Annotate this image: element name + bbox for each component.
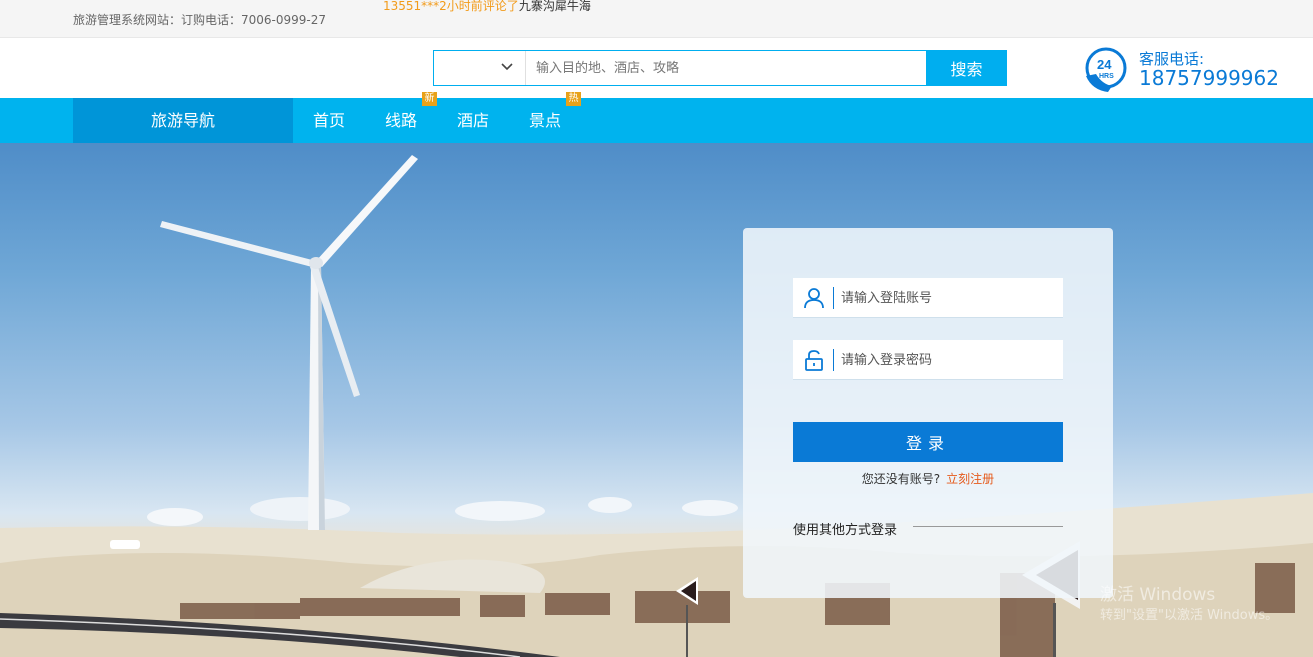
nav-item-routes[interactable]: 线路 新 <box>385 92 437 143</box>
divider-line <box>913 526 1063 527</box>
username-input[interactable] <box>841 278 1056 318</box>
nav-item-home[interactable]: 首页 <box>313 98 345 143</box>
login-panel: 登录 您还没有账号? 立刻注册 使用其他方式登录 <box>743 228 1113 598</box>
register-prompt: 您还没有账号? 立刻注册 <box>743 470 1113 487</box>
site-info-text: 旅游管理系统网站：订购电话：7006-0999-27 <box>73 13 327 27</box>
nav-item-label: 线路 <box>385 111 418 130</box>
field-divider <box>833 287 834 309</box>
login-button[interactable]: 登录 <box>793 422 1063 462</box>
main-nav: 旅游导航 首页 线路 新 酒店 景点 热 <box>0 92 1313 143</box>
password-input[interactable] <box>841 340 1056 380</box>
new-badge: 新 <box>422 92 437 106</box>
hot-badge: 热 <box>566 92 581 106</box>
nav-item-attractions[interactable]: 景点 热 <box>529 92 581 143</box>
field-divider <box>833 349 834 371</box>
nav-item-label: 景点 <box>529 111 562 130</box>
windows-watermark-hint: 转到"设置"以激活 Windows。 <box>1100 608 1279 623</box>
no-account-text: 您还没有账号? <box>861 472 941 486</box>
search-button[interactable]: 搜索 <box>926 50 1007 86</box>
username-field[interactable] <box>793 278 1063 318</box>
header: 搜索 24 HRS 客服电话: 18757999962 <box>0 38 1313 98</box>
travel-nav-menu[interactable]: 旅游导航 <box>73 98 293 143</box>
comment-ticker[interactable]: 13551***2小时前评论了九寨沟犀牛海 <box>383 0 591 14</box>
ticker-spot[interactable]: 九寨沟犀牛海 <box>519 0 591 13</box>
chevron-down-icon <box>501 63 513 71</box>
nav-item-label: 酒店 <box>457 111 490 130</box>
search-category-select[interactable] <box>434 51 526 85</box>
search-bar: 搜索 <box>433 50 1007 86</box>
phone-24hrs-icon: 24 HRS <box>1085 47 1127 92</box>
hotline-number: 18757999962 <box>1139 66 1279 90</box>
lock-icon <box>805 350 823 371</box>
ticker-user: 13551***2小时前评论了 <box>383 0 519 13</box>
hotline-hours-unit: HRS <box>1099 73 1114 80</box>
nav-item-label: 首页 <box>313 111 346 130</box>
user-icon <box>804 288 824 309</box>
nav-item-hotels[interactable]: 酒店 <box>457 98 489 143</box>
other-login-label: 使用其他方式登录 <box>793 523 898 538</box>
password-field[interactable] <box>793 340 1063 380</box>
register-link[interactable]: 立刻注册 <box>946 472 994 486</box>
top-info-bar: 旅游管理系统网站：订购电话：7006-0999-27 13551***2小时前评… <box>0 0 1313 38</box>
search-input[interactable] <box>526 51 926 85</box>
hotline-hours: 24 <box>1097 57 1112 72</box>
windows-watermark-title: 激活 Windows <box>1100 585 1216 605</box>
